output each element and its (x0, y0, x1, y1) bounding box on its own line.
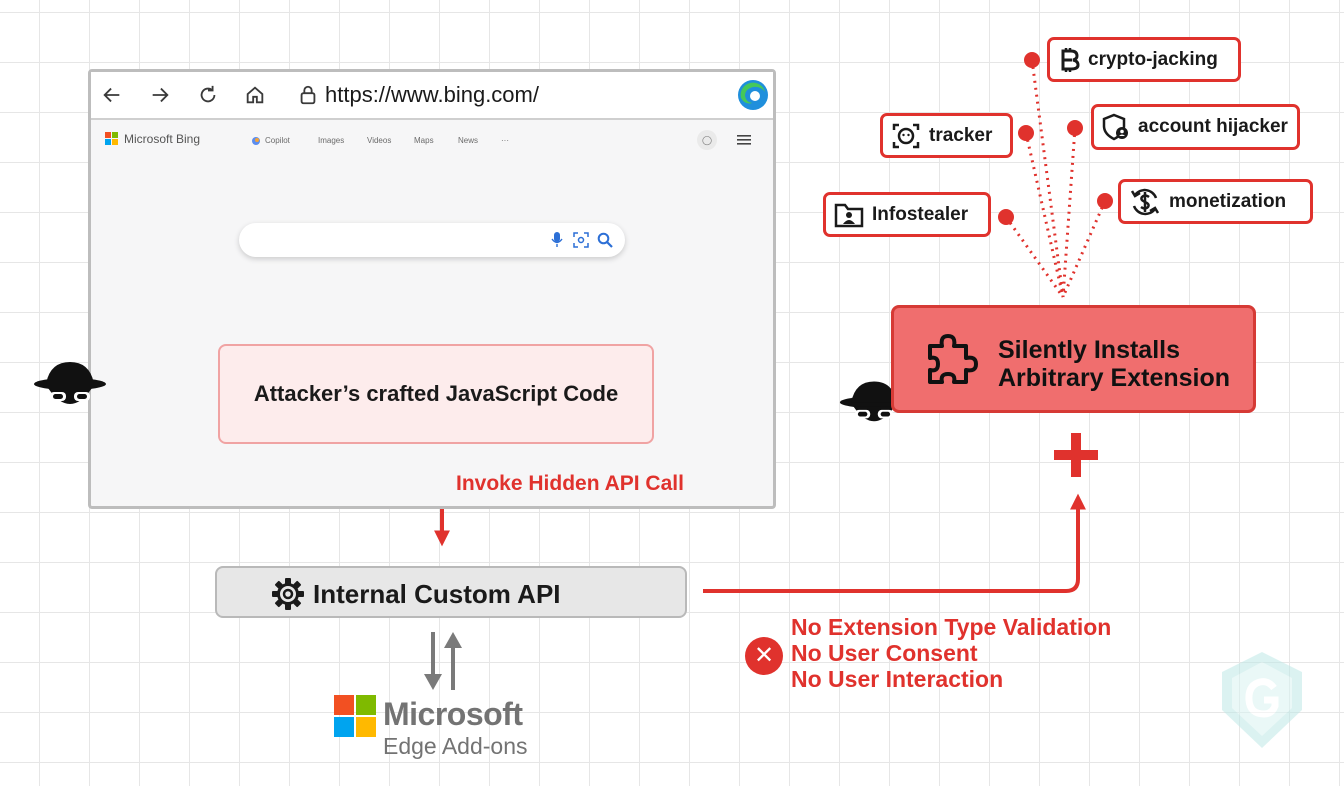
plus-icon-vertical (1071, 433, 1081, 477)
attacker-code-label: Attacker’s crafted JavaScript Code (253, 381, 619, 406)
home-icon[interactable] (244, 84, 266, 106)
bing-nav-more[interactable]: ··· (501, 136, 509, 145)
bing-nav-copilot[interactable]: Copilot (265, 136, 290, 145)
install-line-2: Arbitrary Extension (998, 364, 1231, 392)
forward-arrow-icon[interactable] (149, 84, 171, 106)
bing-nav-maps[interactable]: Maps (414, 136, 434, 145)
bing-nav-news[interactable]: News (458, 136, 478, 145)
dollar-cycle-icon (1130, 188, 1160, 215)
url-text[interactable]: https://www.bing.com/ (325, 82, 539, 108)
arrow-api-to-install (703, 493, 1086, 593)
browser-toolbar: https://www.bing.com/ (91, 72, 773, 120)
microsoft-store-name: Microsoft (383, 696, 523, 732)
microsoft-logo-small-icon (105, 132, 118, 145)
visual-search-icon[interactable] (573, 232, 589, 248)
warning-no-validation: No Extension Type Validation (791, 614, 1112, 640)
error-x-icon: ✕ (745, 637, 783, 675)
bing-nav-videos[interactable]: Videos (367, 136, 391, 145)
tag-infostealer-label: Infostealer (872, 203, 969, 225)
browser-window: https://www.bing.com/ Microsoft Bing Cop… (88, 69, 776, 509)
payload-lines (1004, 59, 1107, 298)
edge-browser-icon (738, 80, 768, 110)
gear-icon (272, 578, 304, 610)
hacker-spy-icon (34, 362, 106, 404)
attacker-code-box: Attacker’s crafted JavaScript Code (218, 344, 654, 444)
tag-account-hijacker: account hijacker (1091, 104, 1300, 150)
copilot-icon (252, 137, 260, 145)
tag-tracker: tracker (880, 113, 1013, 158)
avatar-icon[interactable]: ◯ (697, 130, 717, 150)
tag-hijacker-label: account hijacker (1138, 116, 1288, 137)
bing-nav-images[interactable]: Images (318, 136, 344, 145)
tag-crypto-label: crypto-jacking (1088, 48, 1218, 70)
refresh-icon[interactable] (197, 84, 219, 106)
warning-no-consent: No User Consent (791, 640, 978, 666)
lock-icon (300, 85, 316, 105)
tag-monetization: monetization (1118, 179, 1313, 224)
hamburger-menu-icon[interactable] (737, 133, 751, 147)
tag-tracker-label: tracker (929, 124, 993, 146)
tag-infostealer: Infostealer (823, 192, 991, 237)
microsoft-logo-icon (334, 695, 376, 737)
shield-user-icon (1102, 113, 1128, 141)
search-input[interactable] (239, 223, 625, 257)
silent-install-box: Silently Installs Arbitrary Extension (891, 305, 1256, 413)
warning-no-interaction: No User Interaction (791, 666, 1004, 692)
g-shield-logo-icon (1222, 652, 1302, 748)
puzzle-piece-icon (928, 334, 978, 384)
back-arrow-icon[interactable] (101, 84, 123, 106)
bing-logo-text[interactable]: Microsoft Bing (124, 132, 200, 146)
tag-monetization-label: monetization (1169, 190, 1287, 212)
internal-api-label: Internal Custom API (313, 579, 561, 609)
internal-api-box: Internal Custom API (215, 566, 687, 618)
sync-arrows (424, 632, 462, 690)
bitcoin-icon (1061, 47, 1080, 72)
folder-user-icon (834, 203, 864, 227)
invoke-hidden-api-label: Invoke Hidden API Call (456, 472, 684, 495)
install-line-1: Silently Installs (998, 336, 1181, 364)
microphone-icon[interactable] (551, 232, 563, 248)
tag-crypto-jacking: crypto-jacking (1047, 37, 1241, 82)
tracker-face-icon (892, 123, 920, 148)
edge-addons-label: Edge Add-ons (383, 733, 528, 759)
search-icon[interactable] (597, 232, 613, 248)
